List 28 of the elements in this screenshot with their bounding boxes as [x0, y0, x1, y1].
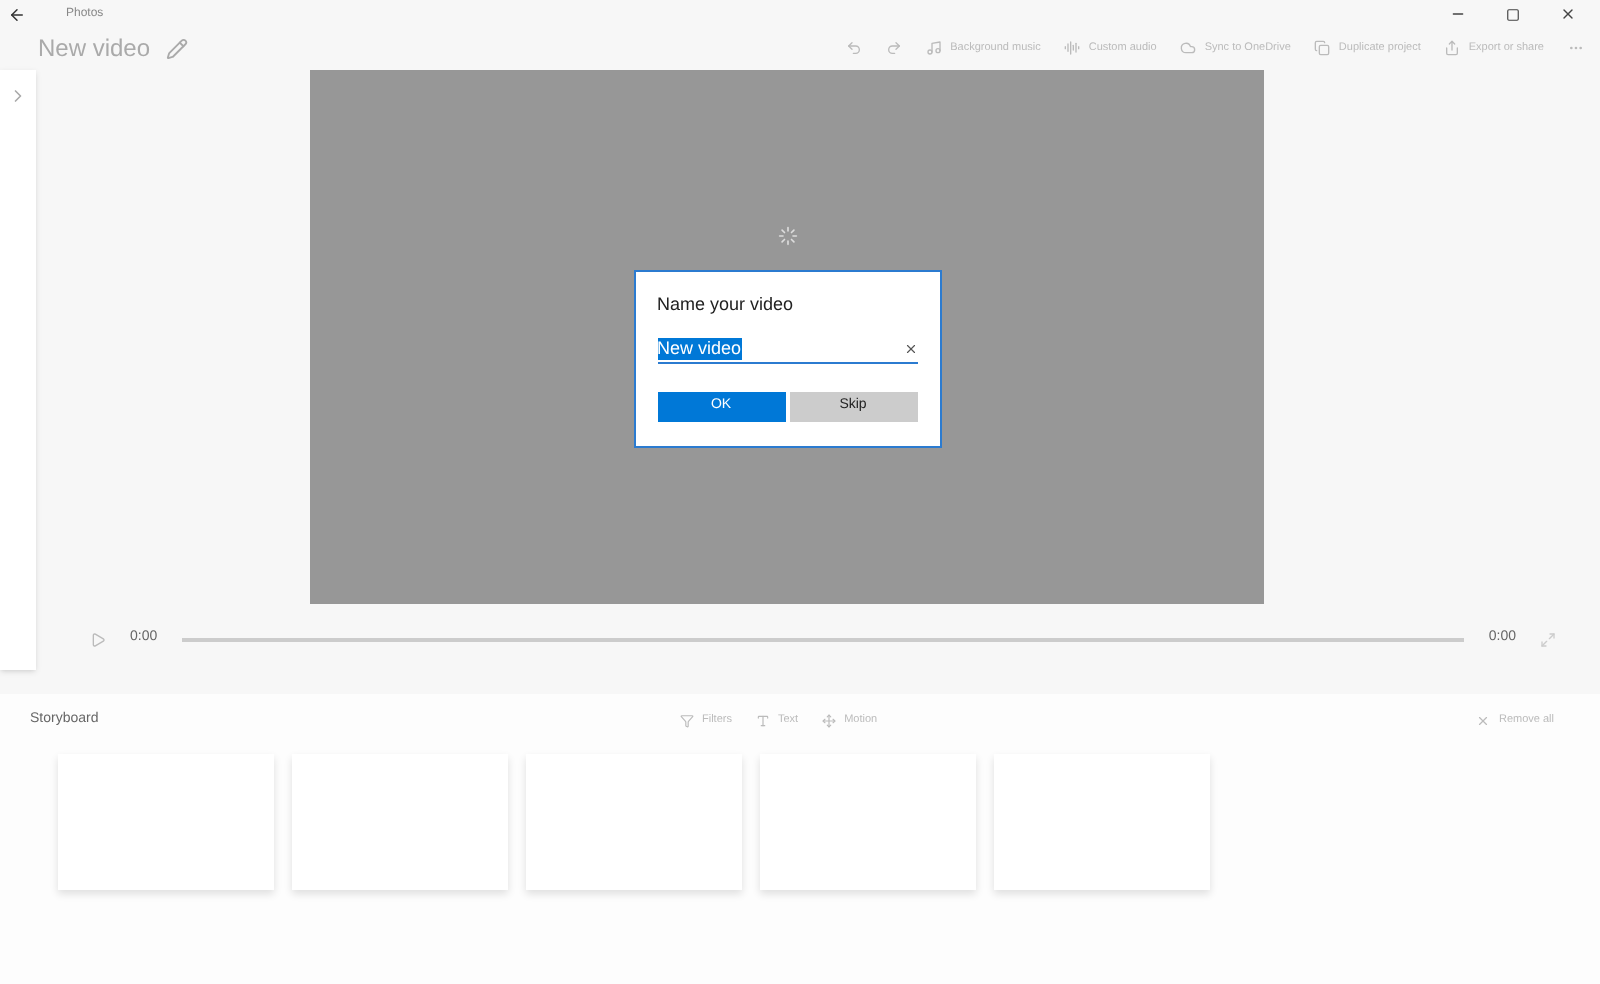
storyboard-card[interactable] — [994, 754, 1210, 890]
close-icon — [1476, 713, 1491, 727]
storyboard-card[interactable] — [58, 754, 274, 890]
loading-icon — [777, 226, 797, 247]
storyboard-card[interactable] — [526, 754, 742, 890]
storyboard-card[interactable] — [760, 754, 976, 890]
input-value: New video — [657, 338, 742, 361]
fullscreen-icon[interactable] — [1540, 631, 1556, 647]
copy-icon — [1314, 40, 1331, 56]
cloud-icon — [1180, 40, 1197, 56]
music-note-icon — [926, 40, 943, 56]
name-input[interactable]: New video — [657, 337, 917, 364]
redo-icon[interactable] — [886, 40, 903, 56]
play-icon[interactable] — [90, 631, 106, 647]
close-icon[interactable] — [1560, 6, 1576, 22]
restore-icon[interactable] — [1506, 7, 1520, 21]
project-title: New video — [38, 32, 151, 66]
back-icon[interactable] — [8, 5, 26, 23]
storyboard-card[interactable] — [292, 754, 508, 890]
funnel-icon — [680, 713, 694, 727]
share-icon — [1444, 40, 1461, 56]
dialog-title: Name your video — [657, 292, 796, 319]
undo-icon[interactable] — [846, 40, 863, 56]
move-icon — [822, 713, 837, 727]
edit-icon[interactable] — [166, 37, 189, 59]
text-icon — [755, 713, 770, 727]
clear-icon[interactable] — [903, 342, 917, 357]
audio-icon — [1064, 40, 1081, 56]
